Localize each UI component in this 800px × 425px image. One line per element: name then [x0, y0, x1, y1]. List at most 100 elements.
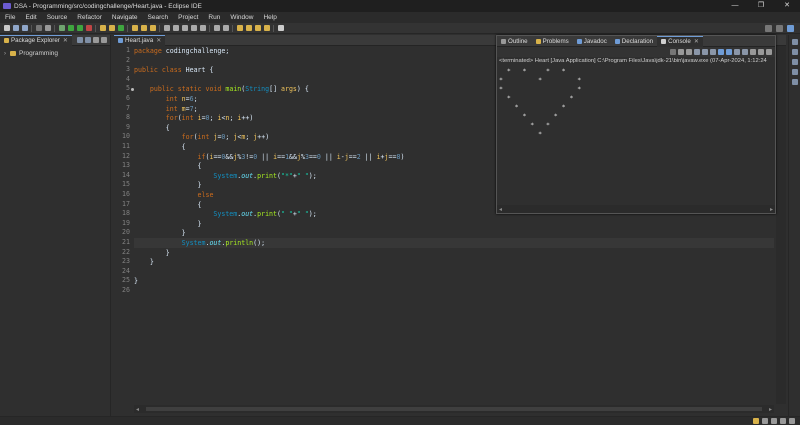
search-icon[interactable] [140, 25, 147, 31]
menu-navigate[interactable]: Navigate [107, 14, 143, 21]
java-perspective-icon[interactable] [787, 25, 794, 32]
restore-button[interactable]: ❐ [748, 0, 774, 12]
bookmarks-icon[interactable] [791, 69, 798, 75]
close-icon[interactable]: ✕ [156, 37, 161, 44]
tips-icon[interactable] [761, 418, 768, 424]
notification-icon[interactable] [752, 418, 759, 424]
memory-icon[interactable] [779, 418, 786, 424]
menu-window[interactable]: Window [225, 14, 258, 21]
servers-icon[interactable] [791, 79, 798, 85]
scroll-right-icon[interactable]: ▸ [770, 206, 773, 213]
annotation-next-icon[interactable] [172, 25, 179, 31]
outline-view-icon[interactable] [791, 49, 798, 55]
quick-access-search-icon[interactable] [765, 25, 772, 32]
code-line[interactable] [134, 286, 774, 296]
new-class-icon[interactable] [117, 25, 124, 31]
restore-view-icon[interactable] [791, 39, 798, 45]
task-list-icon[interactable] [791, 59, 798, 65]
pencil-icon[interactable] [149, 25, 156, 31]
tab-problems[interactable]: Problems [532, 36, 573, 47]
menu-refactor[interactable]: Refactor [72, 14, 107, 21]
maximize-view-icon[interactable] [766, 49, 772, 55]
package-explorer-tabbar: Package Explorer ✕ [0, 34, 110, 46]
perspective-icon[interactable] [776, 25, 783, 32]
editor-horizontal-scrollbar[interactable]: ◂ ▸ [134, 405, 774, 413]
link-with-editor-icon[interactable] [85, 37, 91, 43]
code-line[interactable]: } [134, 228, 774, 238]
forward-arrow-icon[interactable] [245, 25, 252, 31]
new-java-project-icon[interactable] [99, 25, 106, 31]
close-icon[interactable]: ✕ [63, 37, 68, 44]
heap-icon[interactable] [788, 418, 795, 424]
code-line[interactable]: System.out.println(); [134, 238, 774, 248]
tab-javadoc[interactable]: Javadoc [573, 36, 611, 47]
save-icon[interactable] [12, 25, 19, 31]
build-icon[interactable] [44, 25, 51, 31]
show-console-stdout-icon[interactable] [726, 49, 732, 55]
menu-edit[interactable]: Edit [20, 14, 41, 21]
code-line[interactable]: } [134, 276, 774, 286]
back-arrow-icon[interactable] [236, 25, 243, 31]
tab-heart-java[interactable]: Heart.java ✕ [114, 34, 166, 46]
open-console-icon[interactable] [277, 25, 284, 31]
new-icon[interactable] [3, 25, 10, 31]
tree-item-programming[interactable]: › Programming [4, 50, 106, 57]
minimize-view-icon[interactable] [101, 37, 107, 43]
tab-outline[interactable]: Outline [497, 36, 532, 47]
code-line[interactable]: } [134, 219, 774, 229]
debug-icon[interactable] [58, 25, 65, 31]
tab-package-explorer[interactable]: Package Explorer ✕ [0, 34, 72, 46]
menu-search[interactable]: Search [143, 14, 174, 21]
toggle-mark-icon[interactable] [181, 25, 188, 31]
history-icon[interactable] [263, 25, 270, 31]
new-package-icon[interactable] [108, 25, 115, 31]
block-selection-icon[interactable] [190, 25, 197, 31]
scroll-thumb[interactable] [146, 407, 762, 411]
next-edit-icon[interactable] [222, 25, 229, 31]
pin-editor-icon[interactable] [213, 25, 220, 31]
scroll-left-icon[interactable]: ◂ [499, 206, 502, 213]
console-output-line: * [499, 130, 543, 138]
clear-console-icon[interactable] [694, 49, 700, 55]
editor-vertical-scrollbar[interactable] [776, 46, 786, 404]
code-line[interactable]: } [134, 248, 774, 258]
pin-console-icon[interactable] [718, 49, 724, 55]
save-all-icon[interactable] [21, 25, 28, 31]
menu-run[interactable]: Run [203, 14, 225, 21]
scroll-right-icon[interactable]: ▸ [769, 406, 772, 413]
progress-icon[interactable] [770, 418, 777, 424]
menu-project[interactable]: Project [173, 14, 203, 21]
display-console-icon[interactable] [734, 49, 740, 55]
remove-all-icon[interactable] [686, 49, 692, 55]
show-whitespace-icon[interactable] [199, 25, 206, 31]
run-icon[interactable] [67, 25, 74, 31]
menu-source[interactable]: Source [42, 14, 73, 21]
terminate-icon[interactable] [670, 49, 676, 55]
minimize-button[interactable]: — [722, 0, 748, 12]
close-window-button[interactable]: ✕ [774, 0, 800, 12]
console-output[interactable]: * * * * * * * * * * * * * * * * * * [499, 67, 769, 202]
menu-file[interactable]: File [0, 14, 20, 21]
tab-console[interactable]: Console ✕ [657, 35, 703, 47]
coverage-icon[interactable] [76, 25, 83, 31]
minimize-view-icon[interactable] [758, 49, 764, 55]
last-edit-icon[interactable] [254, 25, 261, 31]
terminal-icon[interactable] [35, 25, 42, 31]
code-line[interactable] [134, 267, 774, 277]
collapse-all-icon[interactable] [77, 37, 83, 43]
remove-launch-icon[interactable] [678, 49, 684, 55]
console-horizontal-scrollbar[interactable]: ◂ ▸ [497, 205, 775, 213]
view-menu-icon[interactable] [93, 37, 99, 43]
annotation-prev-icon[interactable] [163, 25, 170, 31]
open-type-icon[interactable] [131, 25, 138, 31]
view-menu-icon[interactable] [750, 49, 756, 55]
open-console-icon[interactable] [742, 49, 748, 55]
external-tools-icon[interactable] [85, 25, 92, 31]
scroll-lock-icon[interactable] [702, 49, 708, 55]
scroll-left-icon[interactable]: ◂ [136, 406, 139, 413]
code-line[interactable]: } [134, 257, 774, 267]
tab-declaration[interactable]: Declaration [611, 36, 657, 47]
close-icon[interactable]: ✕ [694, 38, 699, 45]
word-wrap-icon[interactable] [710, 49, 716, 55]
menu-help[interactable]: Help [258, 14, 281, 21]
